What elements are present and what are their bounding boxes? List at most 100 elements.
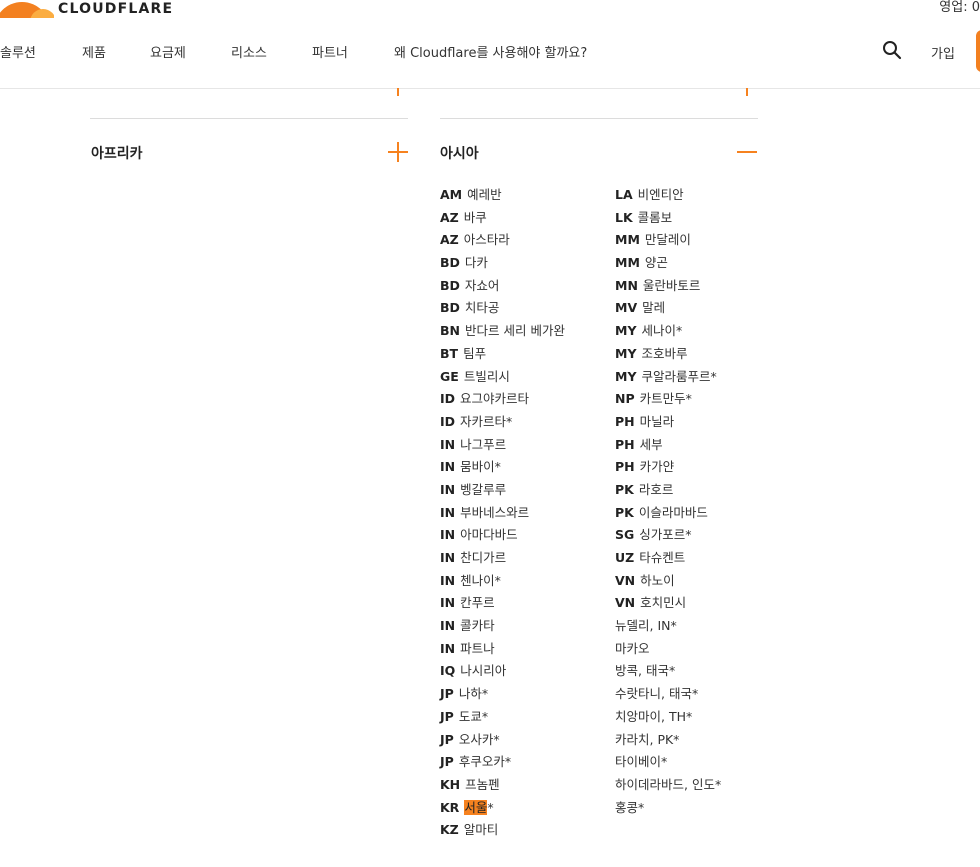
datacenter-item: IN 뭄바이*	[440, 456, 565, 479]
city-name: 아마다바드	[460, 527, 518, 543]
datacenter-item: JP 나하*	[440, 683, 565, 706]
city-name: 타슈켄트	[639, 550, 686, 565]
city-name: 첸나이*	[460, 572, 501, 588]
nav-resources[interactable]: 리소스	[231, 42, 267, 61]
country-code: MM	[615, 255, 640, 271]
city-name: 트빌리시	[463, 368, 510, 384]
city-name: 예레반	[467, 187, 502, 202]
city-name: 울란바토르	[642, 277, 701, 293]
city-name: 마카오	[615, 640, 650, 656]
city-name: 프놈펜	[465, 776, 500, 792]
city-name: 아스타라	[463, 232, 510, 248]
country-code: JP	[440, 731, 454, 747]
city-name: 수랏타니, 태국*	[615, 686, 699, 702]
city-name: 방콕, 태국*	[615, 663, 676, 679]
city-name: 찬디가르	[460, 550, 507, 565]
country-code: IN	[440, 572, 456, 588]
city-name: 도쿄*	[458, 708, 489, 724]
cta-button-edge[interactable]	[976, 30, 980, 72]
nav-pricing[interactable]: 요금제	[150, 42, 186, 61]
nav-solutions[interactable]: 솔루션	[0, 42, 36, 61]
city-name: 카라치, PK*	[615, 731, 680, 747]
datacenter-item: VN 호치민시	[615, 592, 721, 615]
city-name: 하이데라바드, 인도*	[615, 776, 722, 792]
nav-partners[interactable]: 파트너	[312, 42, 348, 61]
city-name: 호치민시	[640, 595, 687, 611]
country-code: JP	[440, 686, 454, 702]
top-navigation: CLOUDFLARE 영업: 0 솔루션 제품 요금제 리소스 파트너 왜 Cl…	[0, 0, 980, 89]
brand-name: CLOUDFLARE	[58, 1, 174, 17]
datacenter-item: ID 요그야카르타	[440, 388, 565, 411]
city-name-highlighted: 서울	[464, 799, 488, 815]
cloudflare-logo[interactable]: CLOUDFLARE	[0, 0, 173, 20]
city-name: 이슬라마바드	[638, 504, 708, 520]
city-name: 나시리아	[460, 663, 507, 679]
country-code: PK	[615, 481, 634, 497]
city-name: 세부	[639, 436, 663, 452]
datacenter-item: KR 서울*	[440, 797, 565, 820]
nav-why-cloudflare[interactable]: 왜 Cloudflare를 사용해야 할까요?	[394, 42, 587, 61]
city-name: 요그야카르타	[460, 391, 530, 407]
city-name: 홍콩*	[615, 799, 645, 815]
city-name: 자쇼어	[464, 277, 500, 293]
country-code: ID	[440, 413, 456, 429]
datacenter-item: MM 만달레이	[615, 229, 721, 252]
sales-contact-link[interactable]: 영업: 0	[939, 0, 980, 15]
expand-icon-cut[interactable]	[397, 88, 399, 96]
datacenter-item: GE 트빌리시	[440, 366, 565, 389]
country-code: LK	[615, 209, 633, 225]
country-code: MY	[615, 368, 637, 384]
datacenter-item: PH 카가얀	[615, 456, 721, 479]
datacenter-item: 카라치, PK*	[615, 729, 721, 752]
plus-icon[interactable]	[388, 142, 408, 162]
country-code: IN	[440, 459, 456, 475]
datacenter-item: MM 양곤	[615, 252, 721, 275]
city-name: 칸푸르	[460, 595, 495, 611]
accordion-asia-title[interactable]: 아시아	[440, 143, 479, 163]
datacenter-item: KZ 알마티	[440, 819, 565, 842]
search-icon[interactable]	[882, 40, 902, 60]
city-name: 자카르타*	[460, 413, 513, 429]
country-code: KZ	[440, 822, 459, 838]
country-code: JP	[440, 708, 454, 724]
datacenter-item: JP 오사카*	[440, 729, 565, 752]
datacenter-item: PH 세부	[615, 434, 721, 457]
country-code: GE	[440, 368, 459, 384]
city-suffix: *	[487, 799, 494, 815]
datacenter-item: PK 라호르	[615, 479, 721, 502]
datacenter-item: LK 콜롬보	[615, 207, 721, 230]
datacenter-item: LA 비엔티안	[615, 184, 721, 207]
minus-icon[interactable]	[737, 142, 757, 162]
country-code: SG	[615, 527, 635, 543]
datacenter-item: AM 예레반	[440, 184, 565, 207]
datacenter-item: MY 조호바루	[615, 343, 721, 366]
city-name: 나하*	[458, 686, 489, 702]
city-name: 뉴델리, IN*	[615, 618, 677, 634]
country-code: IN	[440, 550, 456, 565]
datacenter-item: IN 벵갈루루	[440, 479, 565, 502]
datacenter-item: MY 세나이*	[615, 320, 721, 343]
signup-link[interactable]: 가입	[931, 43, 955, 62]
datacenter-item: BD 치타공	[440, 297, 565, 320]
cloud-logo-icon	[0, 0, 54, 18]
datacenter-item: IN 콜카타	[440, 615, 565, 638]
city-name: 반다르 세리 베가완	[465, 323, 565, 339]
datacenter-item: IQ 나시리아	[440, 660, 565, 683]
expand-icon-cut[interactable]	[746, 88, 748, 96]
city-name: 뭄바이*	[460, 459, 501, 475]
datacenter-item: AZ 아스타라	[440, 229, 565, 252]
country-code: BN	[440, 323, 460, 339]
datacenter-item: 방콕, 태국*	[615, 660, 721, 683]
datacenter-item: MN 울란바토르	[615, 275, 721, 298]
datacenter-item: AZ 바쿠	[440, 207, 565, 230]
city-name: 오사카*	[458, 731, 500, 747]
accordion-africa-title[interactable]: 아프리카	[91, 143, 143, 163]
country-code: IN	[440, 504, 456, 520]
datacenter-item: BT 팀푸	[440, 343, 565, 366]
country-code: AZ	[440, 209, 459, 225]
nav-products[interactable]: 제품	[82, 42, 106, 61]
city-name: 치타공	[464, 300, 500, 316]
datacenter-item: 홍콩*	[615, 797, 721, 820]
country-code: IQ	[440, 663, 456, 679]
city-name: 카가얀	[639, 459, 675, 475]
